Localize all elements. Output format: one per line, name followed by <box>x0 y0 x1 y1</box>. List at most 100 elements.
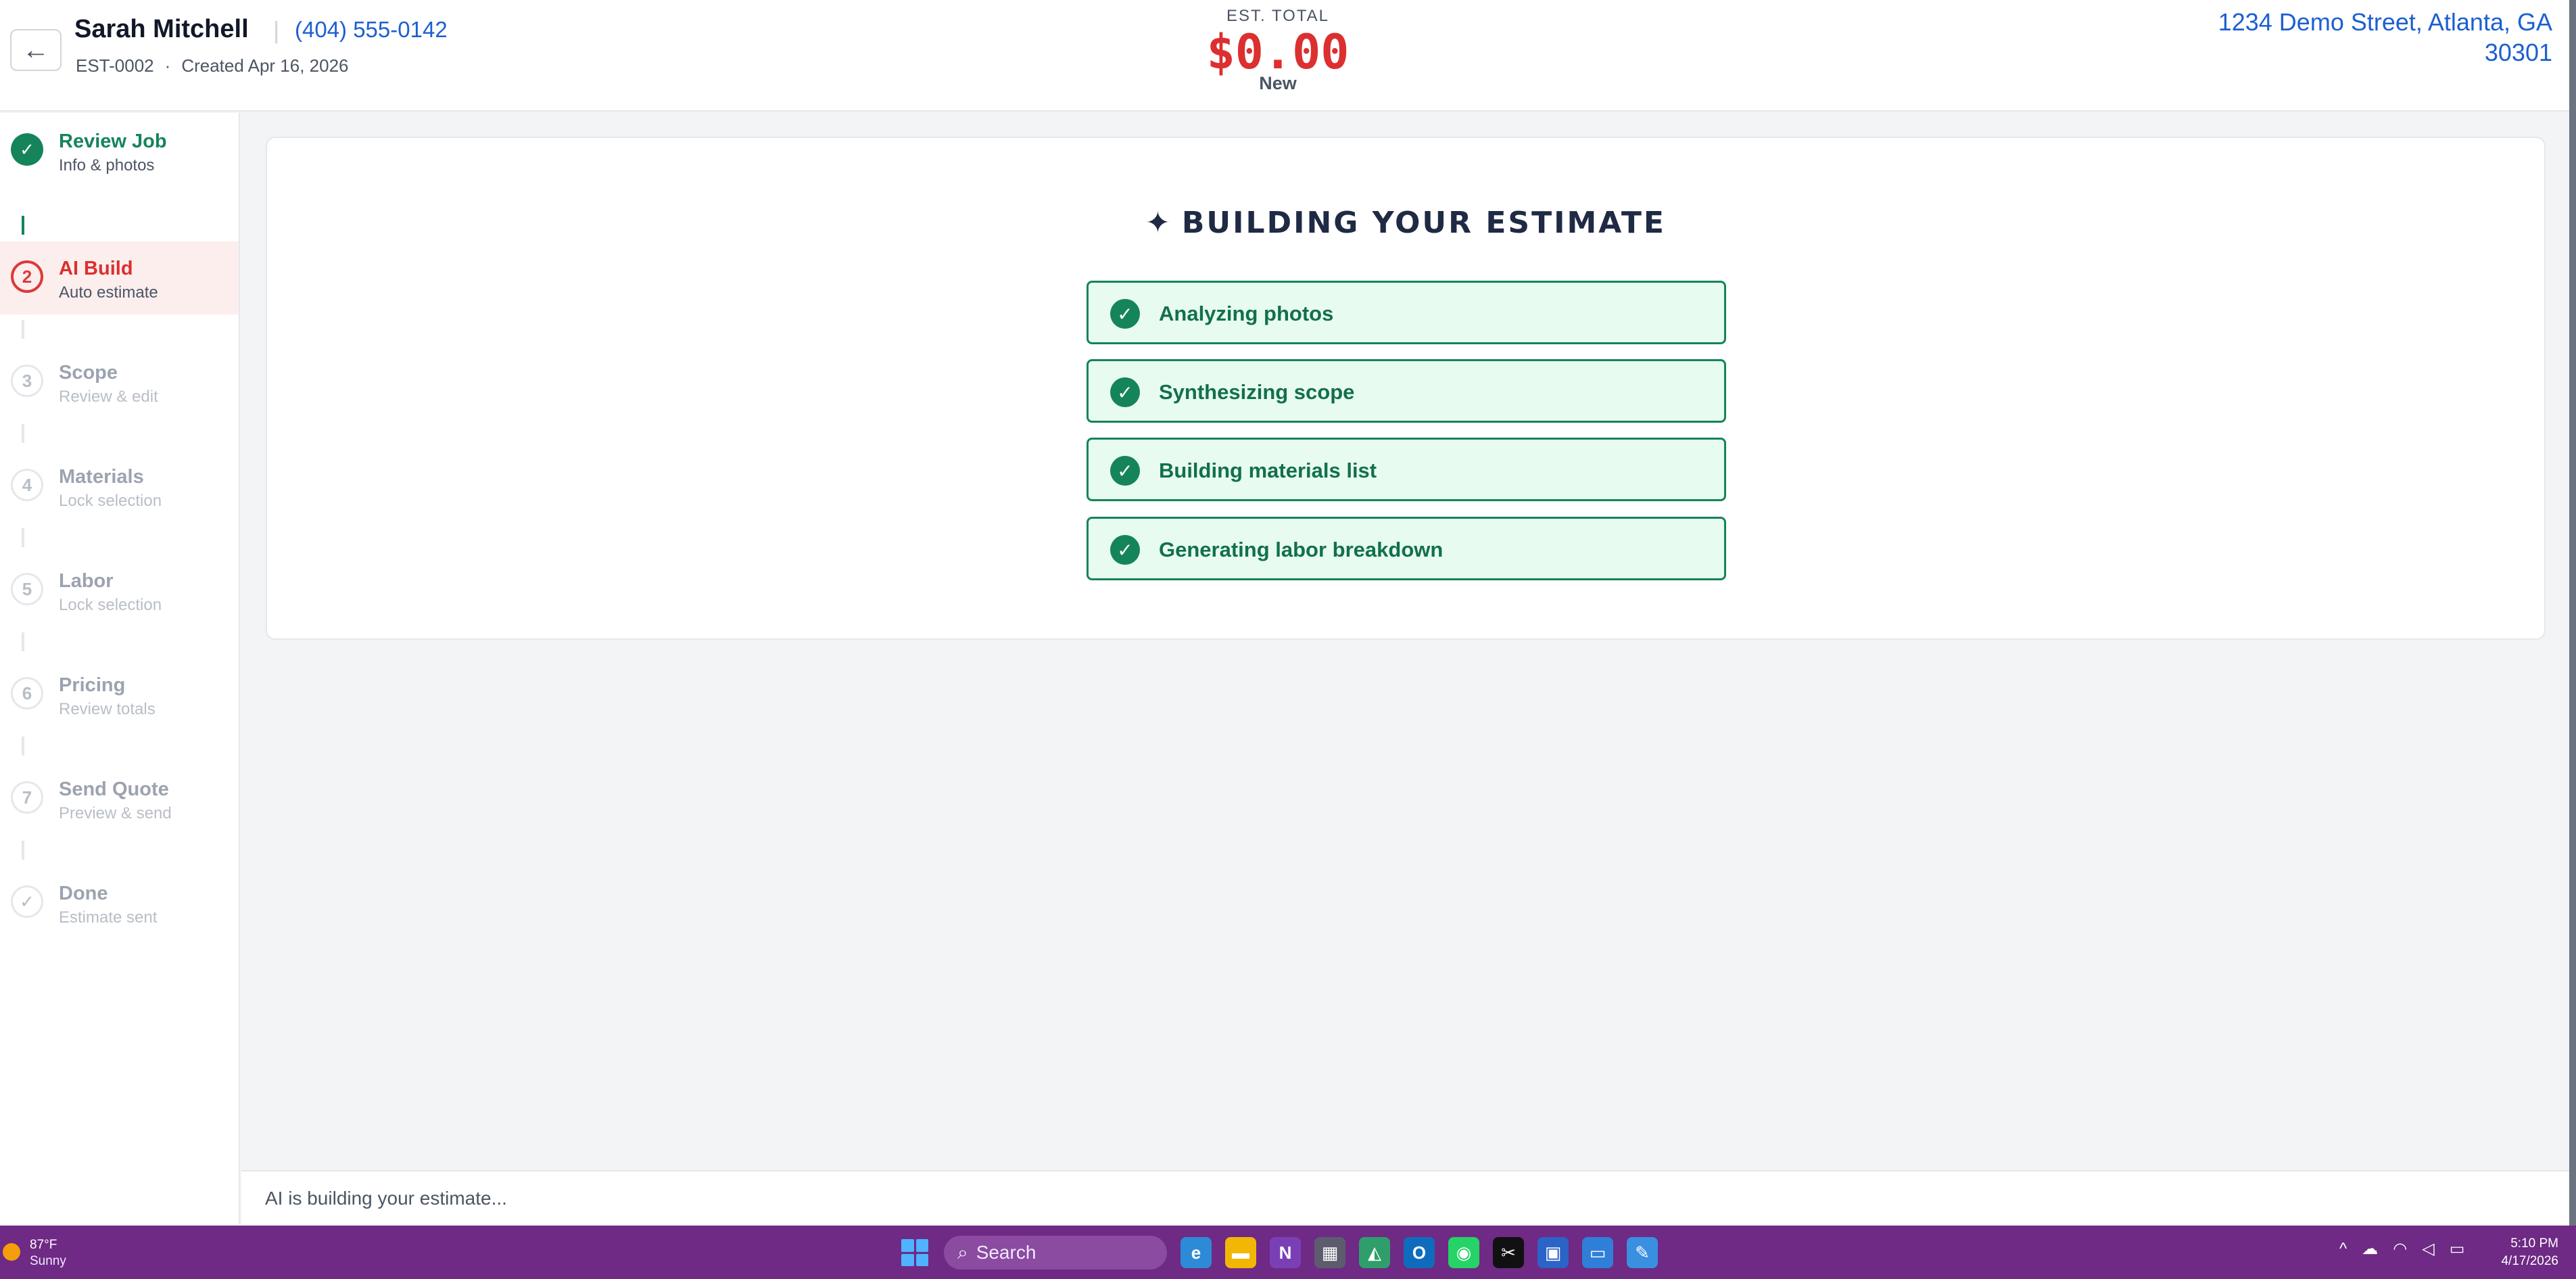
task-label: Analyzing photos <box>1159 302 1334 325</box>
capcut-icon[interactable]: ✂ <box>1493 1237 1524 1268</box>
system-tray: ^ ☁ ◠ ◁ ▭ <box>2339 1239 2464 1259</box>
check-icon: ✓ <box>1110 456 1140 486</box>
step-subtitle: Review totals <box>59 700 156 718</box>
task-item: ✓ Generating labor breakdown <box>1087 517 1726 580</box>
photos-icon[interactable]: ◭ <box>1359 1237 1390 1268</box>
check-icon: ✓ <box>11 885 43 918</box>
meta-dot: · <box>164 55 171 76</box>
step-subtitle: Auto estimate <box>59 283 158 302</box>
outlook-icon[interactable]: O <box>1404 1237 1435 1268</box>
step-ai-build[interactable]: 2 AI Build Auto estimate <box>0 241 239 315</box>
step-sidebar: ✓ Review Job Info & photos 2 AI Build Au… <box>0 113 240 1224</box>
header-separator: | <box>273 16 280 44</box>
step-subtitle: Lock selection <box>59 492 162 510</box>
step-connector <box>22 737 24 755</box>
check-icon: ✓ <box>1110 535 1140 565</box>
step-subtitle: Info & photos <box>59 156 155 175</box>
clock-date: 4/17/2026 <box>2501 1254 2558 1268</box>
build-title-text: BUILDING YOUR ESTIMATE <box>1181 206 1666 240</box>
step-send-quote[interactable]: 7 Send Quote Preview & send <box>0 762 239 835</box>
step-scope[interactable]: 3 Scope Review & edit <box>0 346 239 419</box>
step-number: 4 <box>11 469 43 501</box>
page-header: ← Sarah Mitchell | (404) 555-0142 EST-00… <box>0 0 2569 112</box>
taskbar-clock[interactable]: 5:10 PM 4/17/2026 <box>2501 1235 2558 1270</box>
pinned-apps: e ▬ N ▦ ◭ O ◉ ✂ ▣ ▭ ✎ <box>1180 1237 1658 1268</box>
step-review-job[interactable]: ✓ Review Job Info & photos <box>0 114 239 187</box>
status-text: AI is building your estimate... <box>265 1188 507 1209</box>
taskbar-search[interactable]: ⌕ Search <box>944 1236 1167 1270</box>
step-materials[interactable]: 4 Materials Lock selection <box>0 450 239 523</box>
back-button[interactable]: ← <box>10 29 62 71</box>
build-title: ✦ BUILDING YOUR ESTIMATE <box>267 206 2544 240</box>
onenote-icon[interactable]: N <box>1270 1237 1301 1268</box>
address-line-2: 30301 <box>2484 39 2552 66</box>
step-number: 6 <box>11 677 43 710</box>
est-total-label: EST. TOTAL <box>1226 7 1330 25</box>
sparkle-icon: ✦ <box>1145 206 1172 240</box>
job-address-link[interactable]: 1234 Demo Street, Atlanta, GA 30301 <box>2147 7 2552 68</box>
window-edge <box>2569 0 2576 1226</box>
step-title: Materials <box>59 466 144 488</box>
step-number: 3 <box>11 365 43 397</box>
estimate-status: New <box>1259 73 1297 93</box>
start-button[interactable] <box>899 1237 930 1268</box>
status-bar: AI is building your estimate... <box>241 1170 2569 1224</box>
step-title: Scope <box>59 362 118 383</box>
weather-desc[interactable]: Sunny <box>30 1254 66 1269</box>
step-done[interactable]: ✓ Done Estimate sent <box>0 866 239 939</box>
windows-icon <box>901 1239 928 1266</box>
step-number: 5 <box>11 573 43 605</box>
paint-icon[interactable]: ✎ <box>1627 1237 1658 1268</box>
task-item: ✓ Analyzing photos <box>1087 281 1726 344</box>
step-connector <box>22 841 24 860</box>
check-icon: ✓ <box>1110 299 1140 329</box>
step-title: Done <box>59 883 108 904</box>
edge-icon[interactable]: e <box>1180 1237 1212 1268</box>
step-number: 2 <box>11 260 43 293</box>
volume-icon[interactable]: ◁ <box>2422 1239 2434 1259</box>
task-label: Synthesizing scope <box>1159 380 1355 404</box>
cloud-icon[interactable]: ☁ <box>2362 1239 2378 1259</box>
address-line-1: 1234 Demo Street, Atlanta, GA <box>2218 8 2552 36</box>
step-connector <box>22 424 24 443</box>
step-connector <box>22 216 24 235</box>
store-icon[interactable]: ▣ <box>1537 1237 1569 1268</box>
est-total-value: $0.00 <box>1206 24 1350 80</box>
step-subtitle: Lock selection <box>59 596 162 614</box>
step-title: AI Build <box>59 258 133 279</box>
sun-icon[interactable] <box>3 1243 20 1261</box>
step-connector <box>22 320 24 339</box>
customer-phone-link[interactable]: (404) 555-0142 <box>295 17 448 43</box>
clock-time: 5:10 PM <box>2510 1236 2558 1251</box>
estimate-meta: EST-0002 · Created Apr 16, 2026 <box>76 55 349 76</box>
step-connector <box>22 632 24 651</box>
search-placeholder: Search <box>976 1242 1036 1263</box>
step-subtitle: Review & edit <box>59 388 158 406</box>
file-explorer-icon[interactable]: ▬ <box>1225 1237 1256 1268</box>
remote-desktop-icon[interactable]: ▭ <box>1582 1237 1613 1268</box>
whatsapp-icon[interactable]: ◉ <box>1448 1237 1479 1268</box>
step-title: Send Quote <box>59 778 169 800</box>
created-date: Created Apr 16, 2026 <box>181 55 349 76</box>
battery-icon[interactable]: ▭ <box>2450 1239 2465 1259</box>
weather-temp[interactable]: 87°F <box>30 1238 57 1253</box>
task-label: Generating labor breakdown <box>1159 538 1444 561</box>
task-item: ✓ Building materials list <box>1087 438 1726 501</box>
step-labor[interactable]: 5 Labor Lock selection <box>0 554 239 627</box>
customer-name: Sarah Mitchell <box>74 15 249 43</box>
taskbar-apps: ⌕ Search e ▬ N ▦ ◭ O ◉ ✂ ▣ ▭ ✎ <box>899 1232 1658 1273</box>
step-number: 7 <box>11 781 43 814</box>
step-pricing[interactable]: 6 Pricing Review totals <box>0 658 239 731</box>
task-item: ✓ Synthesizing scope <box>1087 359 1726 423</box>
estimate-id: EST-0002 <box>76 55 154 76</box>
wifi-icon[interactable]: ◠ <box>2393 1239 2407 1259</box>
build-progress-card: ✦ BUILDING YOUR ESTIMATE ✓ Analyzing phot… <box>266 137 2546 640</box>
chevron-up-icon[interactable]: ^ <box>2339 1240 2347 1259</box>
task-label: Building materials list <box>1159 459 1377 482</box>
calculator-icon[interactable]: ▦ <box>1314 1237 1345 1268</box>
os-taskbar: 87°F Sunny ⌕ Search e ▬ N ▦ ◭ O ◉ ✂ ▣ ▭ ✎ ^ ☁ ◠ ◁ … <box>0 1226 2576 1279</box>
step-title: Labor <box>59 570 114 592</box>
check-icon: ✓ <box>1110 377 1140 407</box>
step-subtitle: Preview & send <box>59 804 172 822</box>
step-connector <box>22 528 24 547</box>
